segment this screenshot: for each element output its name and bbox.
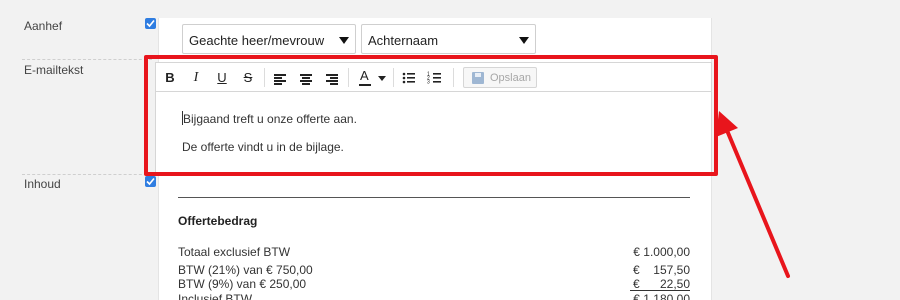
arrow-icon bbox=[716, 111, 790, 278]
